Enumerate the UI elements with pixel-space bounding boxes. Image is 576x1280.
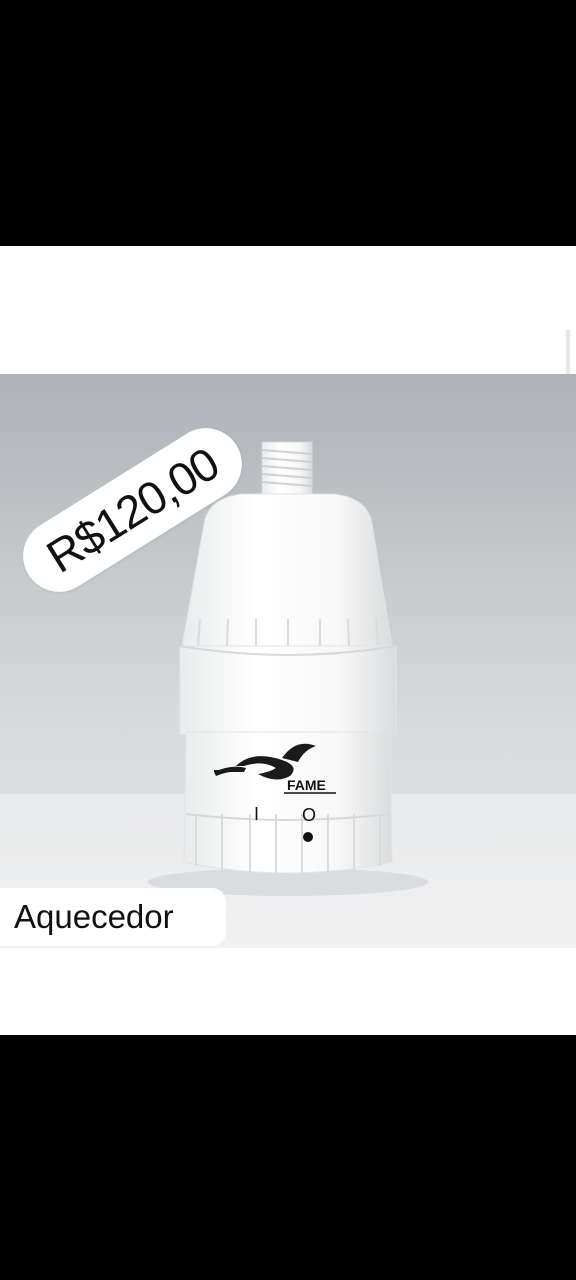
middle-ring bbox=[179, 645, 397, 739]
caption-tag: Aquecedor bbox=[0, 888, 226, 946]
water-heater-image: FAME I O bbox=[0, 441, 576, 948]
switch-off-symbol: I bbox=[254, 804, 259, 824]
brand-name: FAME bbox=[287, 777, 326, 793]
product-photo[interactable]: FAME I O bbox=[0, 374, 576, 948]
switch-on-symbol: O bbox=[302, 805, 316, 825]
thread-connector bbox=[261, 441, 313, 499]
caption-text: Aquecedor bbox=[14, 898, 174, 935]
bottom-letterbox bbox=[0, 1035, 576, 1280]
top-letterbox bbox=[0, 0, 576, 246]
switch-indicator-dot bbox=[303, 832, 313, 842]
